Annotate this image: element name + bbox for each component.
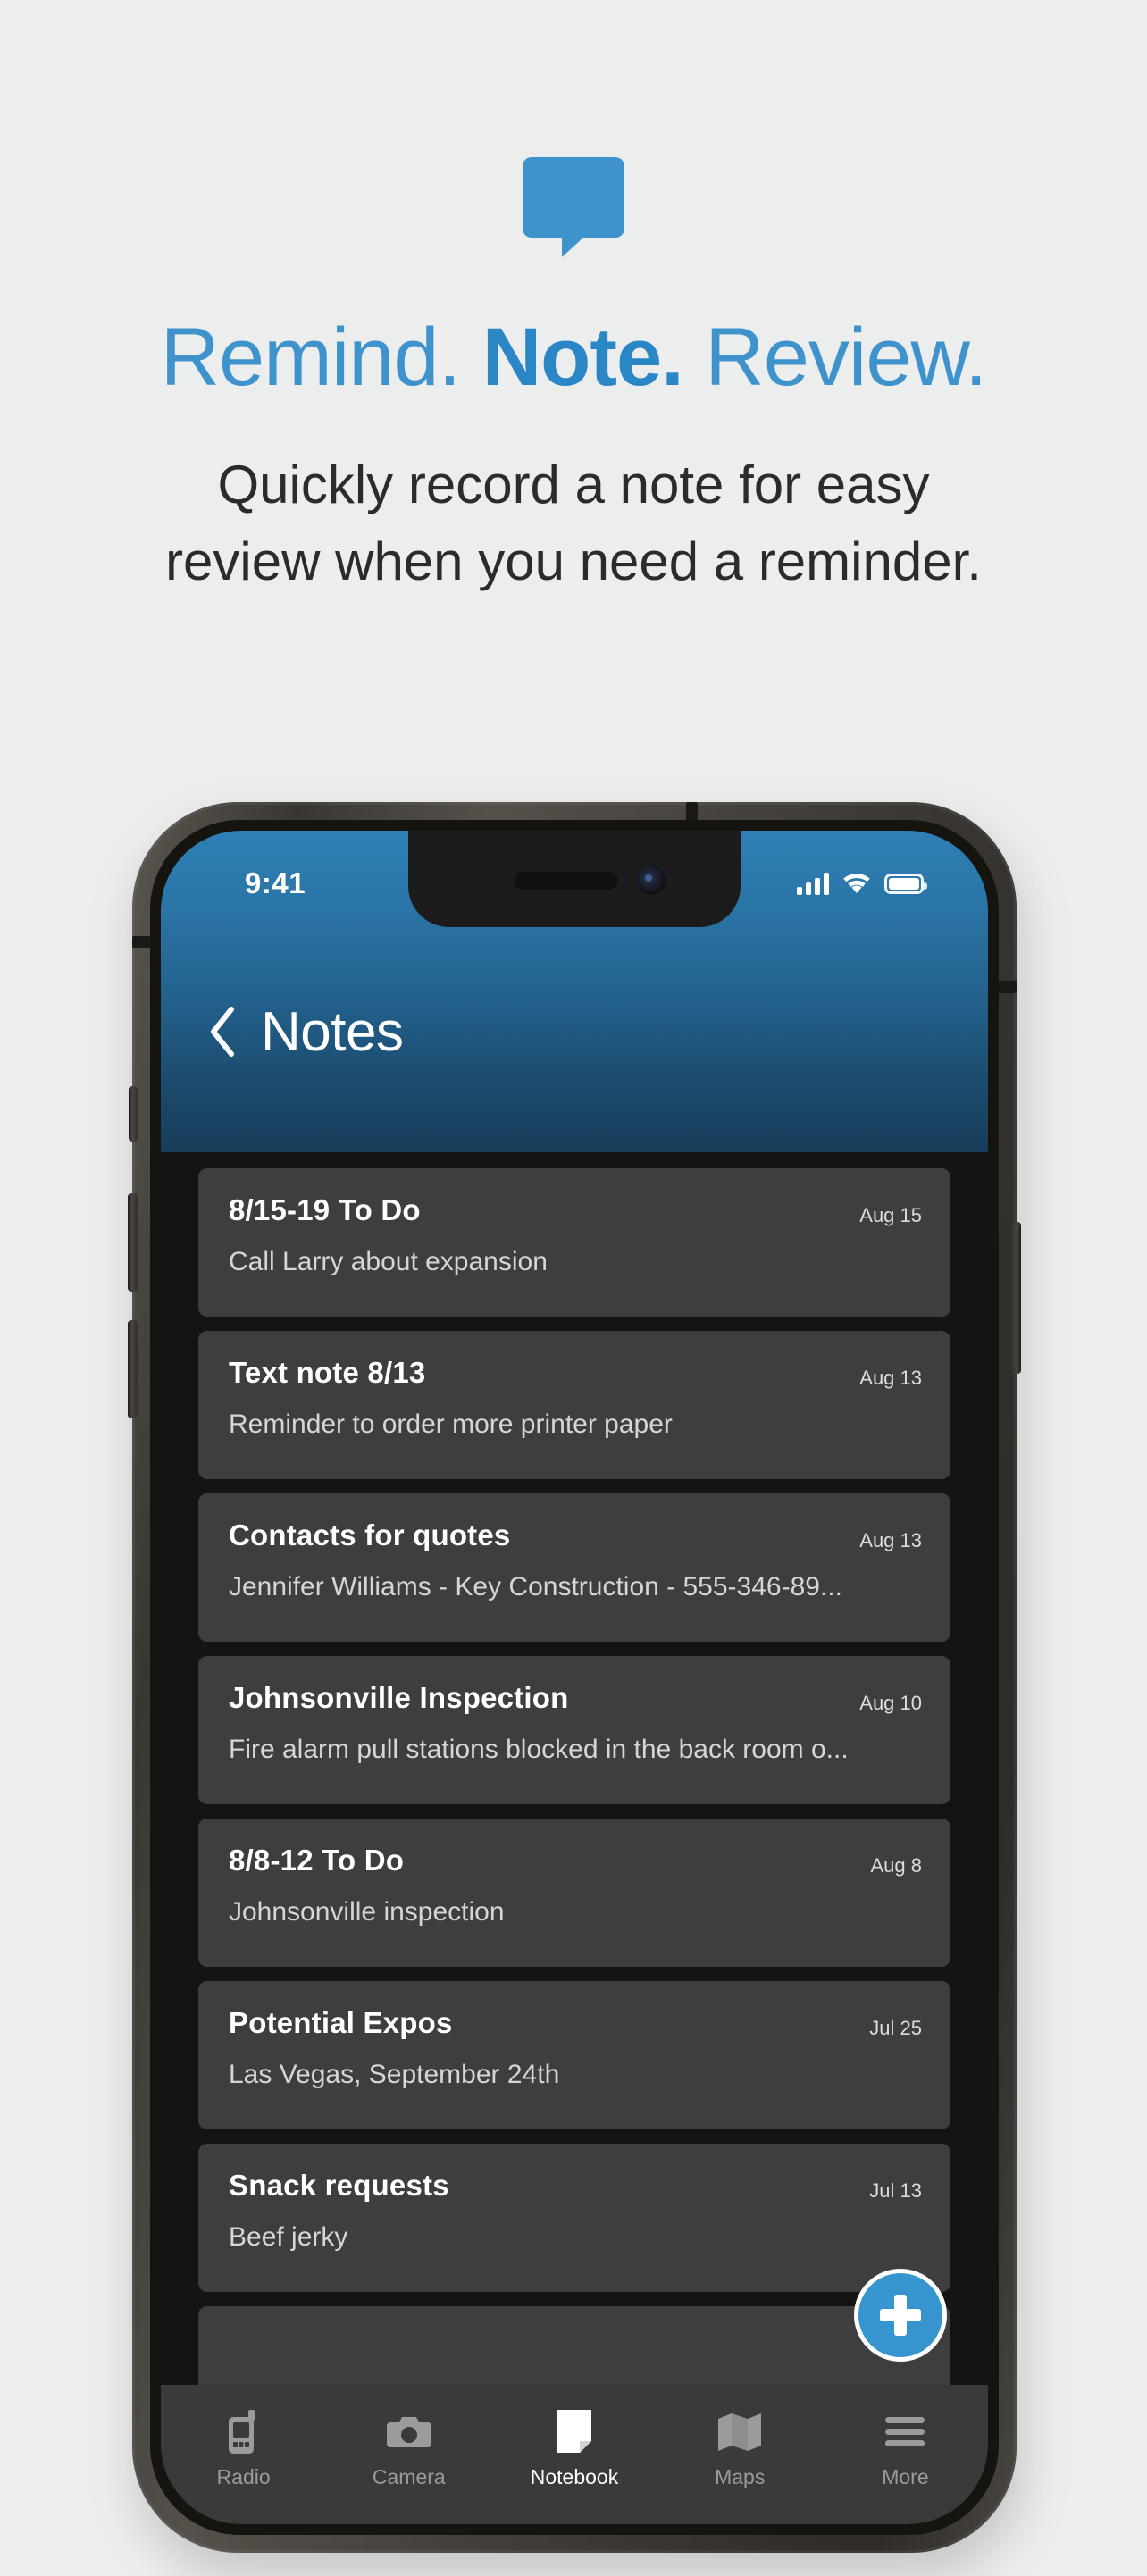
tab-label: Notebook xyxy=(530,2465,619,2488)
tab-label: Maps xyxy=(715,2465,766,2488)
note-preview: Fire alarm pull stations blocked in the … xyxy=(229,1735,849,1764)
power-button[interactable] xyxy=(1011,1222,1021,1374)
note-title: 8/15-19 To Do xyxy=(229,1193,421,1226)
headline-part-3: Review. xyxy=(705,312,987,403)
note-title: Snack requests xyxy=(229,2169,449,2202)
menu-icon xyxy=(885,2417,925,2446)
note-preview: Reminder to order more printer paper xyxy=(229,1409,673,1439)
tab-radio[interactable]: Radio xyxy=(161,2385,326,2524)
chevron-left-icon xyxy=(211,1007,234,1057)
headline-part-1: Remind. xyxy=(160,312,462,403)
promo-banner: Remind. Note. Review. Quickly record a n… xyxy=(0,0,1147,786)
app-header: 9:41 Notes xyxy=(161,831,988,1152)
note-date: Aug 13 xyxy=(859,1367,922,1389)
page-subtitle: Quickly record a note for easy review wh… xyxy=(0,447,1147,600)
status-bar-time: 9:41 xyxy=(245,866,306,899)
mute-switch-button[interactable] xyxy=(129,1086,138,1142)
subtitle-line-2: review when you need a reminder. xyxy=(165,531,982,591)
tab-label: More xyxy=(882,2465,929,2488)
status-bar-icons xyxy=(797,868,927,899)
tab-notebook[interactable]: Notebook xyxy=(491,2385,657,2524)
note-title: Johnsonville Inspection xyxy=(229,1681,569,1714)
tab-maps[interactable]: Maps xyxy=(657,2385,823,2524)
note-card[interactable]: Potential Expos Jul 25 Las Vegas, Septem… xyxy=(198,1981,950,2129)
navigation-bar: Notes xyxy=(161,991,988,1072)
wifi-icon xyxy=(843,874,870,893)
battery-full-icon xyxy=(884,873,927,894)
radio-icon xyxy=(228,2410,255,2454)
volume-up-button[interactable] xyxy=(128,1193,138,1292)
note-card-partial[interactable] xyxy=(198,2306,950,2385)
cellular-signal-icon xyxy=(797,872,829,895)
volume-down-button[interactable] xyxy=(128,1320,138,1418)
bottom-tab-bar: Radio Camera Notebook Maps More xyxy=(161,2385,988,2524)
phone-screen: 9:41 Notes 8/15-19 To Do Aug 15 Call Lar… xyxy=(161,831,988,2524)
notebook-icon xyxy=(557,2410,591,2453)
note-date: Jul 25 xyxy=(869,2017,922,2039)
note-title: Contacts for quotes xyxy=(229,1518,511,1551)
page-title: Remind. Note. Review. xyxy=(0,311,1147,404)
note-card[interactable]: 8/8-12 To Do Aug 8 Johnsonville inspecti… xyxy=(198,1819,950,1967)
note-card[interactable]: Text note 8/13 Aug 13 Reminder to order … xyxy=(198,1331,950,1479)
note-card[interactable]: 8/15-19 To Do Aug 15 Call Larry about ex… xyxy=(198,1168,950,1317)
tab-label: Camera xyxy=(372,2465,446,2488)
note-card[interactable]: Snack requests Jul 13 Beef jerky xyxy=(198,2144,950,2292)
note-preview: Johnsonville inspection xyxy=(229,1897,505,1927)
headline-part-2: Note. xyxy=(481,312,684,403)
phone-mockup: 9:41 Notes 8/15-19 To Do Aug 15 Call Lar… xyxy=(128,802,1022,2576)
note-preview: Jennifer Williams - Key Construction - 5… xyxy=(229,1572,842,1602)
note-date: Aug 15 xyxy=(859,1204,922,1226)
note-card[interactable]: Contacts for quotes Aug 13 Jennifer Will… xyxy=(198,1493,950,1642)
note-date: Jul 13 xyxy=(869,2179,922,2202)
note-date: Aug 10 xyxy=(859,1692,922,1714)
front-camera xyxy=(637,866,666,895)
note-title: 8/8-12 To Do xyxy=(229,1844,405,1877)
back-button[interactable] xyxy=(207,1005,238,1058)
map-icon xyxy=(718,2413,762,2451)
device-notch xyxy=(408,831,741,927)
earpiece-speaker xyxy=(514,872,618,890)
add-note-button[interactable] xyxy=(854,2269,947,2362)
note-date: Aug 8 xyxy=(870,1854,923,1877)
tab-label: Radio xyxy=(216,2465,271,2488)
note-preview: Las Vegas, September 24th xyxy=(229,2060,560,2089)
note-preview: Call Larry about expansion xyxy=(229,1247,548,1276)
speech-bubble-icon xyxy=(523,157,624,257)
note-card[interactable]: Johnsonville Inspection Aug 10 Fire alar… xyxy=(198,1656,950,1804)
subtitle-line-1: Quickly record a note for easy xyxy=(217,455,930,514)
note-title: Text note 8/13 xyxy=(229,1356,426,1389)
note-preview: Beef jerky xyxy=(229,2222,348,2252)
tab-more[interactable]: More xyxy=(823,2385,988,2524)
note-title: Potential Expos xyxy=(229,2006,453,2039)
device-frame: 9:41 Notes 8/15-19 To Do Aug 15 Call Lar… xyxy=(128,802,1021,2553)
tab-camera[interactable]: Camera xyxy=(326,2385,491,2524)
camera-icon xyxy=(386,2417,431,2447)
note-date: Aug 13 xyxy=(859,1529,922,1551)
app-logo xyxy=(0,154,1147,259)
nav-title: Notes xyxy=(261,1000,404,1063)
notes-list[interactable]: 8/15-19 To Do Aug 15 Call Larry about ex… xyxy=(161,1152,988,2385)
